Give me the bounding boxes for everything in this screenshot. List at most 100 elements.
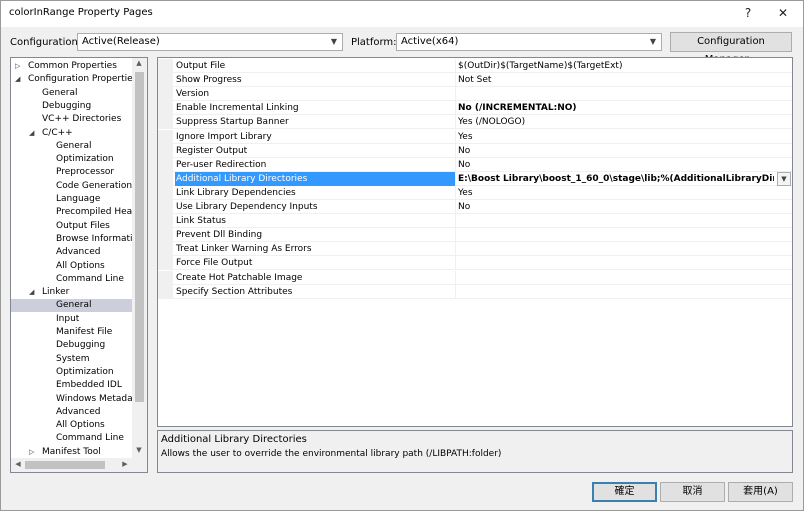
property-value[interactable]: E:\Boost Library\boost_1_60_0\stage\lib;… [458, 172, 774, 186]
tree-item[interactable]: All Options [11, 260, 133, 273]
property-name[interactable]: Version [175, 87, 456, 102]
tree-horizontal-thumb[interactable] [25, 461, 105, 469]
property-name[interactable]: Additional Library Directories [175, 171, 456, 186]
property-row[interactable]: Register Output No [158, 143, 792, 158]
tree-item[interactable]: Debugging [11, 100, 133, 113]
property-name[interactable]: Per-user Redirection [175, 157, 456, 172]
expand-icon[interactable]: ▷ [15, 60, 20, 73]
tree-item[interactable]: Preprocessor [11, 166, 133, 179]
property-row[interactable]: Output File $(OutDir)$(TargetName)$(Targe… [158, 59, 792, 73]
tree-item[interactable]: Input [11, 313, 133, 326]
tree-item[interactable]: All Options [11, 419, 133, 432]
chevron-down-icon[interactable]: ▼ [777, 171, 791, 186]
tree-item[interactable]: Code Generation [11, 180, 133, 193]
tree-item[interactable]: ▷ Manifest Tool [11, 446, 133, 456]
tree-vertical-thumb[interactable] [135, 72, 144, 402]
property-name[interactable]: Suppress Startup Banner [175, 115, 456, 130]
tree-item[interactable]: Language [11, 193, 133, 206]
apply-button[interactable]: 套用(A) [728, 482, 793, 502]
property-value[interactable]: No [458, 144, 792, 158]
tree-item[interactable]: General [11, 87, 133, 100]
tree-item[interactable]: Windows Metadat [11, 393, 133, 406]
property-value[interactable]: No [458, 200, 792, 214]
tree-item[interactable]: Optimization [11, 153, 133, 166]
scroll-down-icon[interactable]: ▼ [133, 446, 145, 454]
tree-item[interactable]: General [11, 140, 133, 153]
property-row[interactable]: Per-user Redirection No [158, 157, 792, 172]
property-row[interactable]: Ignore Import Library Yes [158, 129, 792, 144]
help-icon[interactable]: ? [734, 3, 762, 23]
ok-button[interactable]: 確定 [592, 482, 657, 502]
property-value[interactable]: Yes (/NOLOGO) [458, 115, 792, 129]
configuration-select[interactable]: Active(Release) ▼ [77, 33, 343, 51]
cancel-button[interactable]: 取消 [660, 482, 725, 502]
property-row[interactable]: Use Library Dependency Inputs No [158, 200, 792, 214]
tree-item[interactable]: Browse Informatio [11, 233, 133, 246]
property-value[interactable]: No [458, 158, 792, 172]
configuration-manager-button[interactable]: Configuration Manager... [670, 32, 792, 65]
property-name[interactable]: Ignore Import Library [175, 129, 456, 144]
scroll-right-icon[interactable]: ▶ [119, 460, 131, 468]
tree-item[interactable]: ◢ Configuration Properties [11, 73, 133, 86]
platform-select[interactable]: Active(x64) ▼ [396, 33, 662, 51]
property-value[interactable] [458, 271, 792, 285]
property-row[interactable]: Link Status [158, 214, 792, 229]
tree-item[interactable]: ◢ C/C++ [11, 127, 133, 140]
tree-vertical-scrollbar[interactable]: ▲ ▼ [132, 58, 147, 458]
property-name[interactable]: Treat Linker Warning As Errors [175, 242, 456, 257]
property-row[interactable]: Enable Incremental Linking No (/INCREMENT… [158, 101, 792, 116]
property-name[interactable]: Output File [175, 59, 456, 73]
tree-item[interactable]: Precompiled Heac [11, 206, 133, 219]
property-name[interactable]: Enable Incremental Linking [175, 101, 456, 116]
tree-item[interactable]: Manifest File [11, 326, 133, 339]
property-row[interactable]: Show Progress Not Set [158, 73, 792, 88]
property-row[interactable]: Specify Section Attributes [158, 284, 792, 299]
collapse-icon[interactable]: ◢ [29, 286, 34, 299]
property-value[interactable] [458, 285, 792, 299]
property-value[interactable] [458, 242, 792, 256]
property-row[interactable]: Force File Output [158, 256, 792, 271]
property-value[interactable]: No (/INCREMENTAL:NO) [458, 101, 792, 115]
property-name[interactable]: Use Library Dependency Inputs [175, 200, 456, 214]
scroll-left-icon[interactable]: ◀ [12, 460, 24, 468]
property-row[interactable]: Create Hot Patchable Image [158, 270, 792, 285]
property-name[interactable]: Show Progress [175, 73, 456, 88]
property-name[interactable]: Create Hot Patchable Image [175, 270, 456, 285]
expand-icon[interactable]: ▷ [29, 446, 34, 456]
property-name[interactable]: Link Library Dependencies [175, 185, 456, 200]
tree-item[interactable]: Output Files [11, 220, 133, 233]
property-value[interactable] [458, 87, 792, 101]
property-name[interactable]: Link Status [175, 214, 456, 229]
property-value[interactable]: Yes [458, 130, 792, 144]
property-row[interactable]: Additional Library Directories E:\Boost L… [158, 171, 792, 186]
property-name[interactable]: Specify Section Attributes [175, 284, 456, 299]
property-row[interactable]: Treat Linker Warning As Errors [158, 242, 792, 257]
tree-item[interactable]: Command Line [11, 432, 133, 445]
tree-horizontal-scrollbar[interactable]: ◀ ▶ [11, 458, 147, 472]
scroll-up-icon[interactable]: ▲ [133, 59, 145, 67]
property-value[interactable]: Yes [458, 186, 792, 200]
tree-item[interactable]: General [11, 299, 133, 313]
collapse-icon[interactable]: ◢ [15, 73, 20, 86]
property-name[interactable]: Force File Output [175, 256, 456, 271]
tree-item[interactable]: VC++ Directories [11, 113, 133, 126]
property-name[interactable]: Register Output [175, 143, 456, 158]
tree-item[interactable]: Command Line [11, 273, 133, 286]
tree-item[interactable]: Advanced [11, 406, 133, 419]
property-value[interactable]: $(OutDir)$(TargetName)$(TargetExt) [458, 59, 792, 73]
property-row[interactable]: Suppress Startup Banner Yes (/NOLOGO) [158, 115, 792, 130]
property-row[interactable]: Version [158, 87, 792, 102]
tree-item[interactable]: ◢ Linker [11, 286, 133, 299]
tree-item[interactable]: ▷ Common Properties [11, 60, 133, 73]
property-value[interactable]: Not Set [458, 73, 792, 87]
close-icon[interactable]: ✕ [769, 3, 797, 23]
property-value[interactable] [458, 214, 792, 228]
tree-item[interactable]: System [11, 353, 133, 366]
property-row[interactable]: Prevent Dll Binding [158, 228, 792, 243]
collapse-icon[interactable]: ◢ [29, 127, 34, 140]
property-row[interactable]: Link Library Dependencies Yes [158, 185, 792, 200]
tree-item[interactable]: Advanced [11, 246, 133, 259]
tree-item[interactable]: Optimization [11, 366, 133, 379]
property-value[interactable] [458, 228, 792, 242]
tree-item[interactable]: Debugging [11, 339, 133, 352]
